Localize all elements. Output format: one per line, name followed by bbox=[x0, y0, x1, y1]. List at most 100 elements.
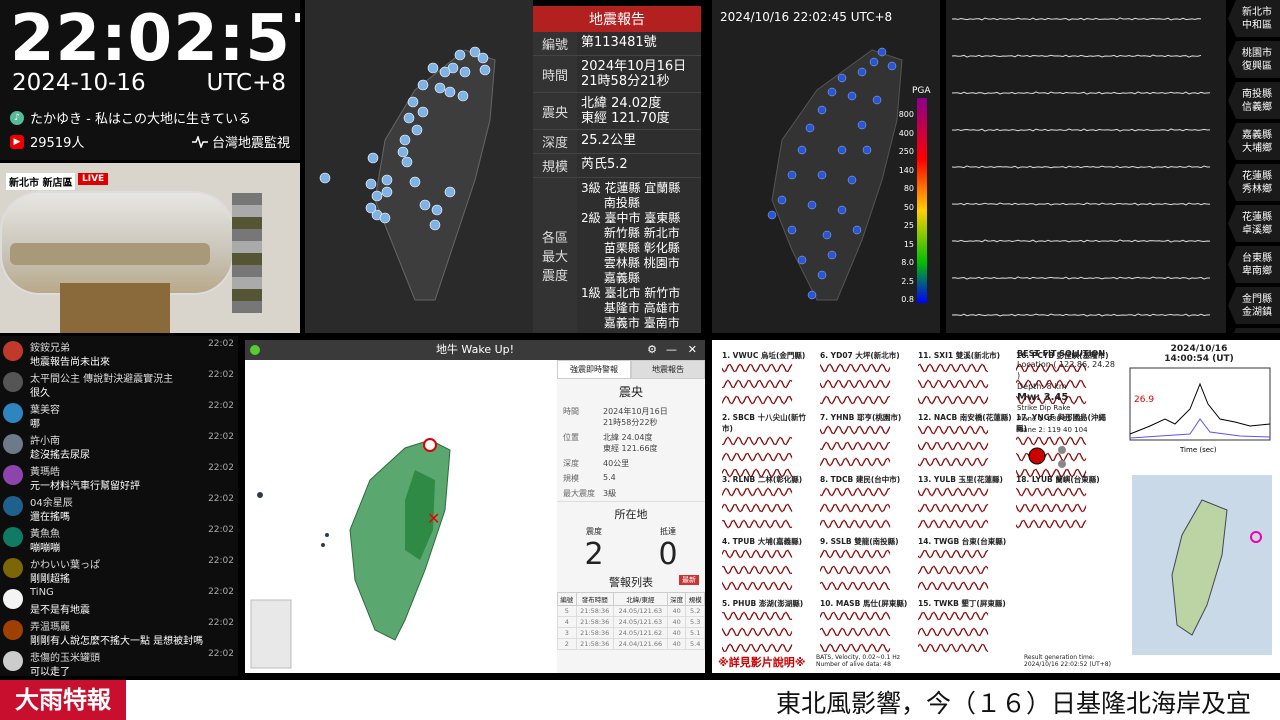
station-name: 5. PHUB 澎湖(澎湖縣) bbox=[722, 599, 804, 608]
seismogram-station: 2. SBCB 十八尖山(新竹市) bbox=[721, 412, 816, 482]
report-key: 時間 bbox=[533, 56, 577, 92]
report-value: 2024年10月16日 21時58分21秒 bbox=[581, 59, 687, 89]
seismogram-trace bbox=[917, 457, 989, 467]
tab-report[interactable]: 地震報告 bbox=[631, 360, 705, 379]
chat-author: 弄温瑪麗 bbox=[30, 622, 70, 633]
misfit-chart: 2024/10/16 14:00:54 (UT) 26.9 Time (sec) bbox=[1120, 344, 1278, 474]
field-key: 規模 bbox=[563, 474, 579, 483]
chat-text: 剛剛超搖 bbox=[30, 574, 70, 585]
settings-icon[interactable]: ⚙ bbox=[647, 340, 657, 360]
channel-name-wrap: 台灣地震監視 bbox=[191, 132, 290, 151]
station-name: 8. TDCB 建民(台中市) bbox=[820, 475, 901, 484]
alert-row[interactable]: 3 21:58:36 24.05/121.62 40 5.1 bbox=[557, 627, 705, 639]
seismogram-trace bbox=[1015, 503, 1087, 513]
footer-result: Result generation time: 2024/10/16 22:02… bbox=[1024, 654, 1111, 668]
earthquake-report: 地震報告 編號 第113481號 時間 2024年10月16日 21時58分21秒 … bbox=[533, 6, 701, 333]
avatar bbox=[3, 341, 23, 361]
minimize-icon[interactable]: — bbox=[666, 340, 677, 360]
alert-cell: 3 bbox=[557, 627, 577, 639]
seismogram-station: 1. VWUC 烏坵(金門縣) bbox=[721, 350, 816, 409]
app-tabs: 強震即時警報 地震報告 bbox=[557, 360, 705, 379]
chat-text: 可以走了 bbox=[30, 667, 70, 676]
arrival-value: 0 bbox=[658, 537, 678, 572]
chat-time: 22:02 bbox=[208, 401, 234, 411]
seismogram-trace bbox=[917, 441, 989, 451]
pixelated-object bbox=[232, 193, 262, 313]
seismogram-station: 15. TWKB 墾丁(屏東縣) bbox=[917, 598, 1012, 657]
alert-cell: 5.3 bbox=[685, 616, 705, 628]
station-name: 2. SBCB 十八尖山(新竹市) bbox=[722, 413, 807, 433]
seismogram-trace bbox=[721, 395, 793, 405]
chat-text: 還在搖嗎 bbox=[30, 512, 70, 523]
seismogram-trace bbox=[819, 395, 891, 405]
waveform-trace bbox=[952, 54, 1202, 58]
plane-2: Plane 2: 119 40 104 bbox=[1017, 426, 1088, 434]
station-name: 10. MASB 馬仕(屏東縣) bbox=[820, 599, 908, 608]
clock-date: 2024-10-16 bbox=[12, 70, 146, 96]
chat-message: 太平間公主 傳說對決避震實況主 22:02 很久 bbox=[0, 367, 238, 399]
seismogram-trace bbox=[721, 363, 793, 373]
field-key: 深度 bbox=[563, 459, 579, 468]
channel-name: 台灣地震監視 bbox=[211, 136, 290, 151]
subs-row: ▶ 29519人 台灣地震監視 bbox=[10, 132, 290, 151]
report-row-magnitude: 規模 芮氏5.2 bbox=[533, 154, 701, 178]
alert-cell: 40 bbox=[666, 605, 687, 617]
avatar bbox=[3, 496, 23, 516]
seismogram-trace bbox=[721, 487, 793, 497]
arrival-label: 抵達 bbox=[660, 527, 676, 536]
seismogram-station: 11. SXI1 雙溪(新北市) bbox=[917, 350, 1012, 409]
alert-heading-row: 警報列表 最新 bbox=[557, 572, 705, 592]
bottle-sand bbox=[10, 243, 210, 265]
alert-cell: 5.4 bbox=[685, 638, 705, 650]
pga-tick: 2.5 bbox=[901, 276, 914, 286]
station-name: 12. NACB 南安橋(花蓮縣) bbox=[918, 413, 1012, 422]
best-fit-location: Location ( 122.86, 24.28 ) bbox=[1017, 360, 1116, 380]
alert-badge: 最新 bbox=[679, 575, 699, 585]
epicenter-marker: ✕ bbox=[427, 509, 440, 528]
alert-col-header: 發布時間 bbox=[575, 592, 614, 606]
alert-row[interactable]: 5 21:58:36 24.05/121.63 40 5.2 bbox=[557, 605, 705, 617]
seismogram-trace bbox=[917, 565, 989, 575]
station-label: 花蓮縣 卓溪鄉 bbox=[1228, 205, 1280, 242]
waveform-trace bbox=[952, 165, 1211, 169]
location-values: 震度 2 抵達 0 bbox=[557, 526, 705, 572]
chart-time: 14:00:54 (UT) bbox=[1164, 354, 1234, 364]
alert-heading: 警報列表 bbox=[609, 576, 653, 589]
alert-row[interactable]: 2 21:58:36 24.04/121.66 40 5.4 bbox=[557, 638, 705, 650]
intensity-box: 震度 2 bbox=[557, 526, 631, 572]
chat-message: 悲傷的玉米罐頭 22:02 可以走了 bbox=[0, 646, 238, 676]
waveform-trace bbox=[952, 202, 1211, 206]
station-name: 1. VWUC 烏坵(金門縣) bbox=[722, 351, 806, 360]
tab-eew[interactable]: 強震即時警報 bbox=[557, 360, 631, 379]
alert-cell: 24.05/121.63 bbox=[612, 616, 668, 628]
station-name: 14. TWGB 台東(台東縣) bbox=[918, 537, 1007, 546]
seismogram-trace bbox=[819, 503, 891, 513]
chat-message: 黃瑪皓 22:02 元一材料汽車行幫留好評 bbox=[0, 460, 238, 492]
pga-tick: 15 bbox=[903, 239, 914, 249]
chat-text: 嘣嘣嘣 bbox=[30, 543, 60, 554]
alert-cell: 2 bbox=[557, 638, 577, 650]
close-icon[interactable]: ✕ bbox=[688, 340, 697, 360]
seismogram-trace bbox=[721, 379, 793, 389]
epicenter-fields: 時間 2024年10月16日 21時58分22秒 位置 北緯 24.04度 東經 12… bbox=[557, 404, 705, 501]
app-status-icon bbox=[250, 345, 260, 355]
footer-link[interactable]: ※詳見影片說明※ bbox=[718, 654, 805, 670]
chat-time: 22:02 bbox=[208, 432, 234, 442]
epicenter-field: 規模 5.4 bbox=[557, 471, 705, 486]
chat-message: 葉美容 22:02 哪 bbox=[0, 398, 238, 430]
chat-author: 太平間公主 傳說對決避震實況主 bbox=[30, 374, 174, 385]
seismogram-trace bbox=[917, 425, 989, 435]
report-row-id: 編號 第113481號 bbox=[533, 32, 701, 56]
avatar bbox=[3, 403, 23, 423]
report-value: 芮氏5.2 bbox=[581, 157, 628, 172]
seismogram-station: 13. YULB 玉里(花蓮縣) bbox=[917, 474, 1012, 533]
intensity-label: 震度 bbox=[586, 527, 602, 536]
chat-message: 許小南 22:02 趁沒搖去尿尿 bbox=[0, 429, 238, 461]
chat-text: 哪 bbox=[30, 419, 40, 430]
station-label: 沖繩縣 與那國 bbox=[1228, 328, 1280, 333]
chat-text: 很久 bbox=[30, 388, 50, 399]
alert-row[interactable]: 4 21:58:36 24.05/121.63 40 5.3 bbox=[557, 616, 705, 628]
epicenter-field: 深度 40公里 bbox=[557, 456, 705, 471]
chat-time: 22:02 bbox=[208, 463, 234, 473]
seismogram-trace bbox=[721, 436, 793, 446]
